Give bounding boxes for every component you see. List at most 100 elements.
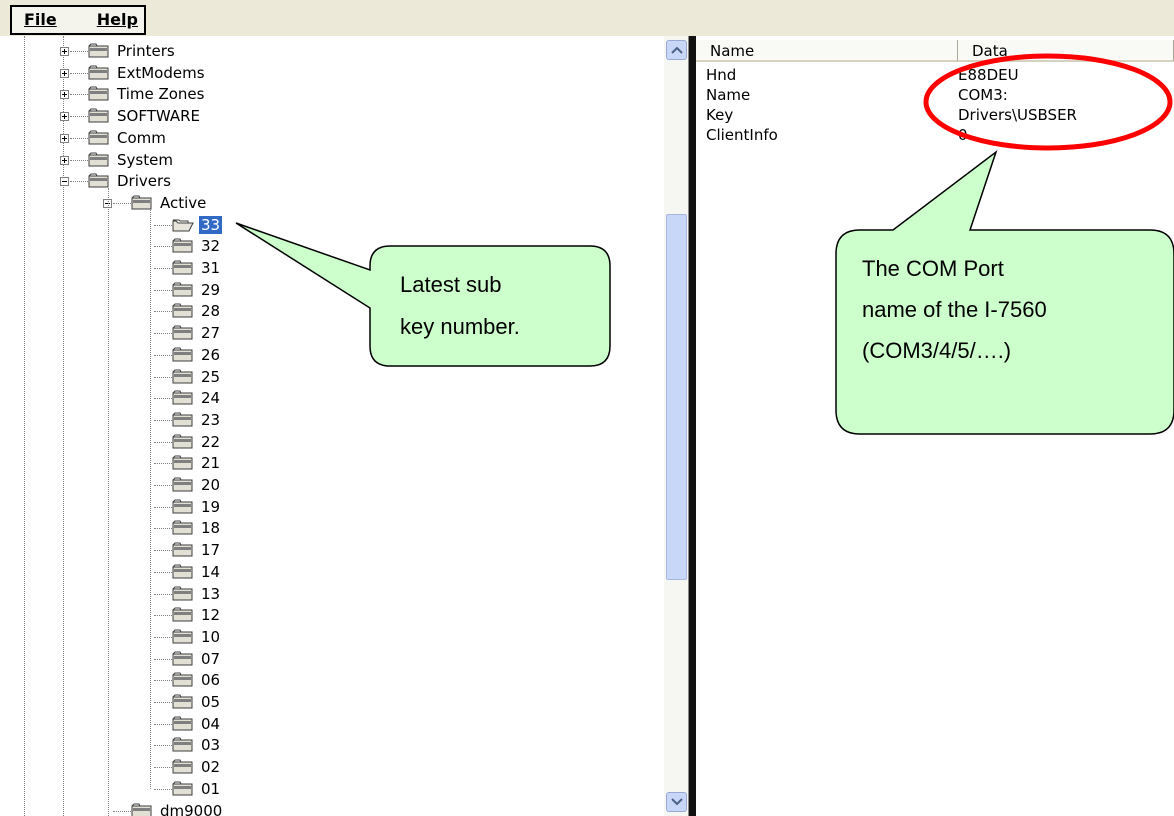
tree-item-subkey[interactable]: 13 — [172, 583, 222, 605]
value-name-cell[interactable]: Name — [706, 85, 750, 105]
tree-item-subkey[interactable]: 03 — [172, 734, 222, 756]
tree-item-subkey[interactable]: 20 — [172, 474, 222, 496]
folder-icon — [172, 412, 194, 428]
folder-icon — [172, 238, 194, 254]
column-header-name[interactable]: Name — [696, 40, 958, 62]
folder-icon — [172, 672, 194, 688]
tree-item-subkey[interactable]: 14 — [172, 561, 222, 583]
folder-icon — [172, 499, 194, 515]
tree-item-subkey[interactable]: 12 — [172, 604, 222, 626]
tree-item-label: 23 — [201, 410, 221, 429]
folder-open-icon — [172, 217, 194, 233]
value-name-cell[interactable]: ClientInfo — [706, 125, 778, 145]
tree-item-subkey[interactable]: 24 — [172, 387, 222, 409]
scroll-thumb[interactable] — [666, 214, 687, 580]
tree-item-label: 20 — [201, 476, 221, 494]
tree-item-subkey[interactable]: 17 — [172, 539, 222, 561]
tree-item-subkey[interactable]: 32 — [172, 235, 222, 257]
tree-item-subkey[interactable]: 04 — [172, 713, 222, 735]
tree-item-subkey[interactable]: 18 — [172, 517, 222, 539]
tree-item-subkey[interactable]: 33 — [172, 214, 224, 236]
folder-icon — [131, 803, 153, 816]
scroll-down-button[interactable] — [666, 792, 687, 812]
tree-item-label: System — [117, 150, 173, 169]
tree-item-label: Time Zones — [117, 85, 205, 104]
scroll-up-button[interactable] — [666, 40, 687, 60]
tree-item-label: dm9000 — [160, 801, 223, 816]
registry-tree[interactable]: Printers ExtModems Time Zones SOFTWARE Comm S… — [0, 36, 664, 816]
tree-item-subkey[interactable]: 22 — [172, 431, 222, 453]
help-menu[interactable]: Help — [85, 9, 144, 31]
tree-item[interactable]: Comm — [88, 127, 168, 149]
tree-item-subkey[interactable]: 29 — [172, 279, 222, 301]
tree-item[interactable]: Drivers — [88, 170, 173, 192]
tree-item-subkey[interactable]: 25 — [172, 366, 222, 388]
folder-icon — [172, 520, 194, 536]
tree-item-subkey[interactable]: 02 — [172, 756, 222, 778]
folder-icon — [172, 586, 194, 602]
expand-icon[interactable] — [60, 155, 69, 165]
tree-item-label: 02 — [201, 758, 221, 777]
collapse-icon[interactable] — [60, 177, 69, 187]
tree-item-label: 17 — [201, 541, 221, 560]
expand-icon[interactable] — [60, 68, 69, 78]
tree-item-label: 01 — [201, 779, 221, 798]
tree-item[interactable]: SOFTWARE — [88, 105, 202, 127]
tree-item-subkey[interactable]: 05 — [172, 691, 222, 713]
value-name-cell[interactable]: Key — [706, 105, 733, 125]
expand-icon[interactable] — [60, 133, 69, 143]
column-header-data[interactable]: Data — [958, 40, 1174, 62]
value-name-cell[interactable]: Hnd — [706, 65, 736, 85]
expand-icon[interactable] — [60, 112, 69, 122]
tree-item-subkey[interactable]: 26 — [172, 344, 222, 366]
tree-item-label: 12 — [201, 606, 221, 625]
folder-icon — [172, 434, 194, 450]
tree-item-label: 05 — [201, 693, 221, 711]
tree-item-subkey[interactable]: 21 — [172, 452, 222, 474]
tree-item-label: 31 — [201, 259, 221, 277]
expand-icon[interactable] — [60, 47, 69, 56]
tree-item[interactable]: Time Zones — [88, 83, 206, 105]
tree-item-subkey[interactable]: 31 — [172, 257, 222, 279]
tree-item-subkey[interactable]: 01 — [172, 778, 222, 800]
tree-item[interactable]: dm9000 — [131, 800, 224, 816]
tree-item-subkey[interactable]: 10 — [172, 626, 222, 648]
value-data-cell: Drivers\USBSER — [958, 106, 1077, 124]
tree-item-label: 07 — [201, 649, 221, 668]
folder-icon — [172, 737, 194, 753]
folder-icon — [88, 65, 110, 81]
tree-item-subkey[interactable]: 07 — [172, 648, 222, 670]
tree-item-label: 28 — [201, 302, 221, 321]
folder-icon — [88, 173, 110, 189]
tree-item-subkey[interactable]: 23 — [172, 409, 222, 431]
tree-item-label: Drivers — [117, 172, 171, 191]
tree-item-label: 33 — [197, 214, 224, 235]
tree-item-label: 14 — [201, 562, 221, 581]
tree-scrollbar[interactable] — [664, 36, 688, 816]
tree-item[interactable]: ExtModems — [88, 62, 207, 84]
folder-icon — [172, 629, 194, 645]
tree-item-label: 25 — [201, 367, 221, 386]
tree-item-label: 24 — [201, 389, 221, 408]
tree-item-subkey[interactable]: 28 — [172, 300, 222, 322]
tree-item[interactable]: System — [88, 149, 175, 171]
tree-item-label: Printers — [117, 42, 175, 60]
tree-item-label: 13 — [201, 584, 221, 603]
tree-item-subkey[interactable]: 19 — [172, 496, 222, 518]
tree-item-subkey[interactable]: 27 — [172, 322, 222, 344]
folder-icon — [172, 303, 194, 319]
folder-icon — [172, 694, 194, 710]
folder-icon — [172, 759, 194, 775]
tree-item-label: Comm — [117, 128, 166, 147]
tree-item-subkey[interactable]: 06 — [172, 669, 222, 691]
tree-item-active[interactable]: Active — [131, 192, 208, 214]
folder-icon — [172, 282, 194, 298]
file-menu[interactable]: File — [12, 9, 65, 31]
tree-item-label: SOFTWARE — [117, 107, 201, 126]
folder-icon — [172, 347, 194, 363]
expand-icon[interactable] — [60, 90, 69, 100]
chevron-down-icon — [670, 798, 683, 806]
tree-item-label: 27 — [201, 324, 221, 343]
value-data-cell: 0 — [958, 126, 968, 144]
tree-item[interactable]: Printers — [88, 40, 177, 62]
